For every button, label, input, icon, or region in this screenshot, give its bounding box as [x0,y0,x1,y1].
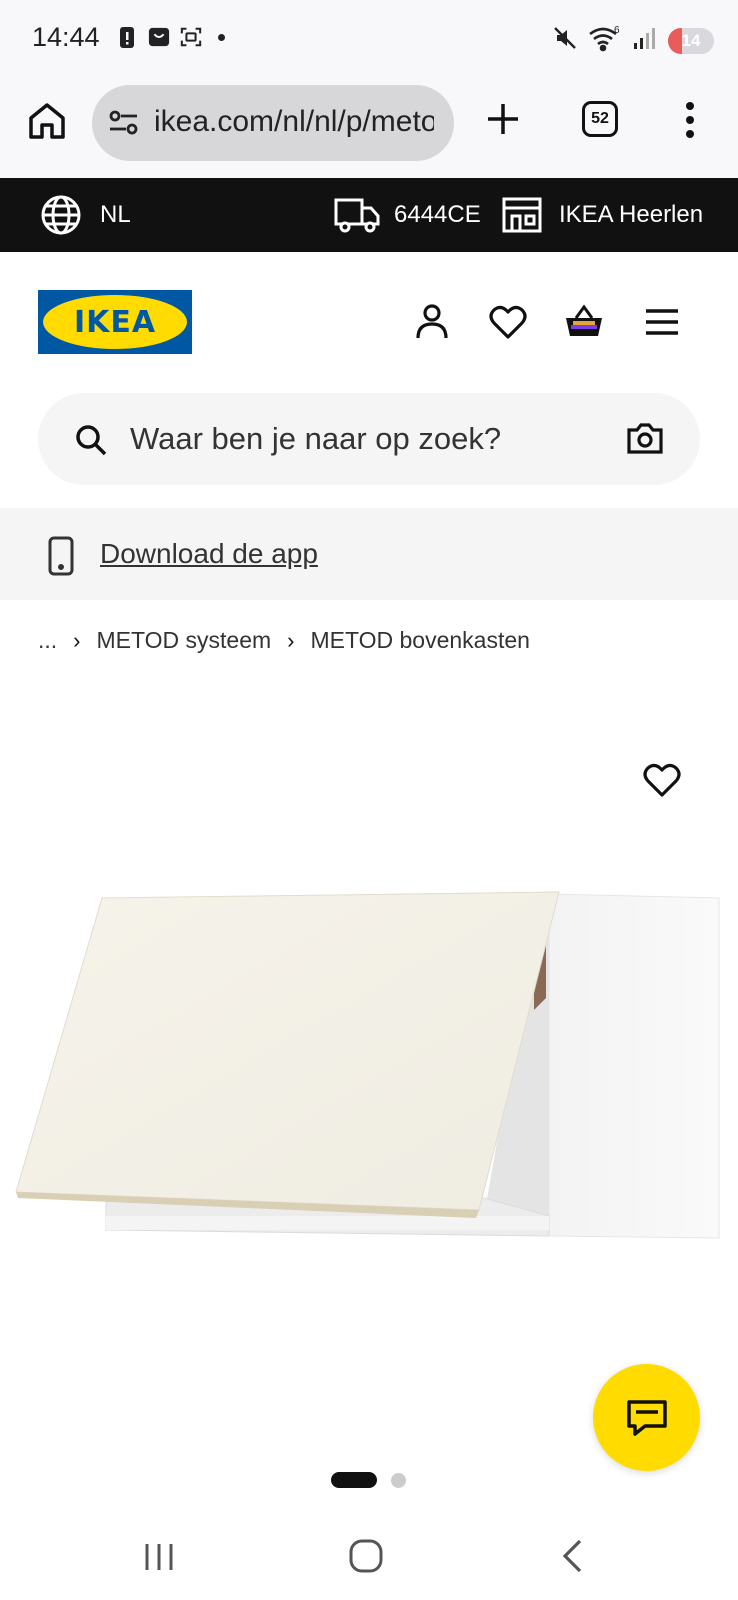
home-button[interactable] [26,100,68,142]
product-image[interactable] [14,880,730,1340]
search-icon [76,425,107,456]
search-input[interactable] [130,415,590,463]
ikea-logo[interactable]: IKEA [38,290,192,354]
logo-ellipse: IKEA [43,295,187,349]
breadcrumb: ... › METOD systeem › METOD bovenkasten [38,627,530,654]
search-bar[interactable] [38,393,700,485]
chat-icon [626,1399,667,1436]
status-time: 14:44 [32,22,100,52]
carousel-dot[interactable] [391,1472,406,1488]
plus-icon [488,104,518,134]
camera-search-icon[interactable] [626,419,664,457]
battery-level: 14 [681,30,701,50]
home-nav-icon[interactable] [344,1536,388,1576]
chevron-right-icon: › [73,627,81,653]
breadcrumb-item-metod-bovenkasten[interactable]: METOD bovenkasten [310,627,529,654]
truck-icon[interactable] [334,196,380,234]
screenshot-icon [180,25,202,49]
store-icon[interactable] [502,196,542,234]
store-selector[interactable]: IKEA Heerlen [559,201,703,229]
signal-icon [632,25,658,56]
account-icon[interactable] [412,302,452,342]
cart-icon[interactable] [564,302,604,342]
address-bar[interactable]: ikea.com/nl/nl/p/metod [92,85,454,161]
back-icon[interactable] [552,1536,596,1576]
mute-icon [552,25,578,56]
phone-icon [48,536,74,576]
browser-menu-button[interactable] [680,98,700,142]
browser-toolbar: ikea.com/nl/nl/p/metod 52 [0,78,738,178]
wishlist-icon[interactable] [488,302,528,342]
bag-icon [148,25,170,49]
tab-switcher-button[interactable]: 52 [582,101,618,137]
recent-apps-icon[interactable] [137,1536,181,1576]
battery-alert-icon [116,25,138,49]
tab-count: 52 [591,110,609,127]
product-favorite-icon[interactable] [642,760,682,800]
hamburger-menu-icon[interactable] [642,302,682,342]
logo-text: IKEA [73,304,157,340]
svg-text:6: 6 [614,25,620,36]
breadcrumb-ellipsis[interactable]: ... [38,627,57,654]
chat-button[interactable] [593,1364,700,1471]
carousel-dot-active[interactable] [331,1472,377,1488]
notification-dot-icon [218,33,225,41]
status-bar: 14:44 6 14 [0,0,738,78]
status-notification-icons [116,25,225,49]
app-download-banner: Download de app [0,508,738,600]
chevron-right-icon: › [287,627,295,653]
breadcrumb-item-metod-systeem[interactable]: METOD systeem [97,627,272,654]
download-app-link[interactable]: Download de app [100,538,318,570]
status-system-icons: 6 14 [552,24,714,57]
language-selector[interactable]: NL [100,201,131,229]
carousel-indicator [331,1472,406,1488]
system-navigation-bar [0,1510,738,1600]
site-settings-icon[interactable] [108,109,140,137]
ikea-utility-bar: NL 6444CE IKEA Heerlen [0,178,738,252]
url-text[interactable]: ikea.com/nl/nl/p/metod [154,105,434,139]
wifi-icon: 6 [588,24,622,57]
more-vert-icon [686,102,694,138]
battery-indicator: 14 [668,27,714,54]
new-tab-button[interactable] [484,100,522,138]
postcode-selector[interactable]: 6444CE [394,201,481,229]
home-icon [29,103,65,139]
globe-icon[interactable] [40,194,82,236]
